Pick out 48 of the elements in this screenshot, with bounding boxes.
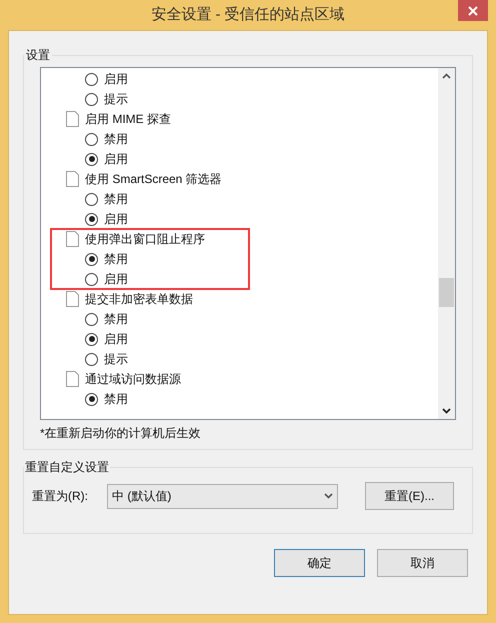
document-icon xyxy=(66,231,79,247)
radio-button[interactable] xyxy=(85,312,98,326)
close-button[interactable] xyxy=(458,0,488,21)
radio-button[interactable] xyxy=(85,392,98,406)
radio-button[interactable] xyxy=(85,332,98,346)
document-icon xyxy=(66,291,79,307)
radio-button[interactable] xyxy=(85,72,98,86)
radio-button[interactable] xyxy=(85,212,98,226)
option-label: 禁用 xyxy=(104,131,128,148)
radio-button[interactable] xyxy=(85,152,98,166)
document-icon xyxy=(66,111,79,127)
option-label: 提示 xyxy=(104,351,128,368)
document-icon xyxy=(66,171,79,187)
document-icon xyxy=(66,371,79,387)
setting-label: 提交非加密表单数据 xyxy=(85,291,193,308)
setting-label: 启用 MIME 探查 xyxy=(85,111,171,128)
radio-button[interactable] xyxy=(85,352,98,366)
setting-label: 使用弹出窗口阻止程序 xyxy=(85,231,205,248)
option-label: 启用 xyxy=(104,71,128,88)
option-label: 禁用 xyxy=(104,251,128,268)
settings-list[interactable]: 启用 提示 启用 MIME 探查 禁用 启用 使用 SmartScreen 筛选器 禁用 启用 使用弹出窗口阻止程序 禁用 启用 提交非加密表单数据 禁用 启用 提示 通过域访问数据源 禁用 xyxy=(40,67,456,420)
dialog-button[interactable]: 取消 xyxy=(377,549,468,577)
option-label: 禁用 xyxy=(104,311,128,328)
option-label: 启用 xyxy=(104,211,128,228)
option-label: 启用 xyxy=(104,151,128,168)
dialog-button[interactable]: 确定 xyxy=(274,549,365,577)
radio-button[interactable] xyxy=(85,272,98,286)
option-label: 启用 xyxy=(104,271,128,288)
radio-button[interactable] xyxy=(85,132,98,146)
group-title: 设置 xyxy=(25,47,51,64)
option-label: 禁用 xyxy=(104,191,128,208)
restart-note: *在重新启动你的计算机后生效 xyxy=(40,425,202,442)
scrollbar[interactable] xyxy=(438,68,455,419)
window-title: 安全设置 - 受信任的站点区域 xyxy=(151,4,345,25)
option-label: 提示 xyxy=(104,91,128,108)
level-dropdown[interactable]: 中 (默认值) xyxy=(107,484,338,508)
option-label: 禁用 xyxy=(104,391,128,408)
close-icon xyxy=(468,6,478,16)
radio-button[interactable] xyxy=(85,92,98,106)
option-label: 启用 xyxy=(104,331,128,348)
scroll-thumb[interactable] xyxy=(439,278,454,307)
reset-button[interactable]: 重置(E)... xyxy=(365,482,454,510)
setting-label: 通过域访问数据源 xyxy=(85,371,181,388)
radio-button[interactable] xyxy=(85,252,98,266)
reset-label: 重置为(R): xyxy=(32,488,89,505)
radio-button[interactable] xyxy=(85,192,98,206)
setting-label: 使用 SmartScreen 筛选器 xyxy=(85,171,222,188)
group-title: 重置自定义设置 xyxy=(24,459,110,476)
